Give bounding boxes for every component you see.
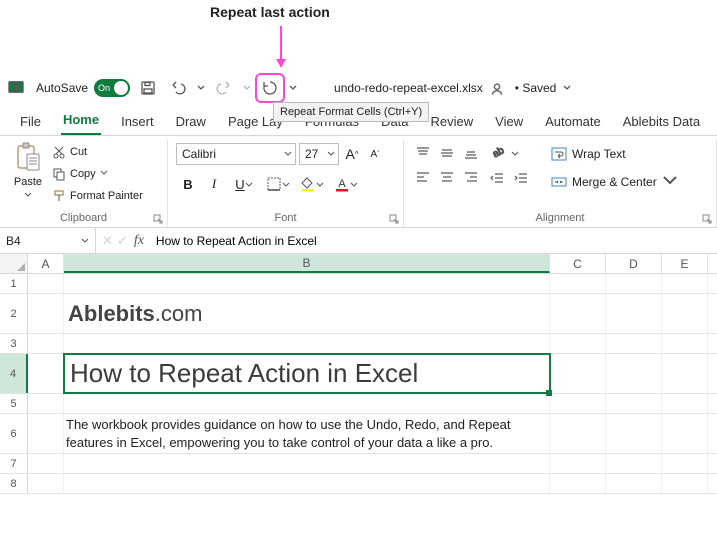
name-box[interactable]: B4 (0, 228, 96, 253)
tab-file[interactable]: File (18, 110, 43, 135)
orientation-button[interactable]: ab (486, 142, 508, 164)
fx-icon[interactable]: fx (134, 233, 150, 249)
format-painter-button[interactable]: Format Painter (52, 186, 143, 206)
row-7[interactable]: 7 (0, 454, 717, 474)
svg-text:A: A (338, 178, 346, 190)
row-2[interactable]: 2 Ablebits.com (0, 294, 717, 334)
enter-formula-icon[interactable]: ✓ (117, 233, 128, 249)
cancel-formula-icon[interactable]: ✕ (102, 233, 113, 249)
col-header-C[interactable]: C (550, 254, 606, 273)
group-font: Calibri 27 A^ Aˇ B I U A Font (168, 140, 404, 227)
cell-B5[interactable] (64, 394, 550, 413)
excel-logo-icon: X (8, 79, 26, 97)
saved-dropdown[interactable] (562, 76, 572, 100)
redo-dropdown[interactable] (242, 76, 252, 100)
cell-B6[interactable]: The workbook provides guidance on how to… (64, 414, 550, 453)
font-name-combo[interactable]: Calibri (176, 143, 296, 165)
col-header-E[interactable]: E (662, 254, 708, 273)
col-header-D[interactable]: D (606, 254, 662, 273)
row-5[interactable]: 5 (0, 394, 717, 414)
orientation-dropdown[interactable] (510, 142, 520, 166)
group-clipboard-label: Clipboard (8, 212, 159, 226)
row-6[interactable]: 6 The workbook provides guidance on how … (0, 414, 717, 454)
align-center-button[interactable] (436, 166, 458, 188)
column-headers[interactable]: A B C D E (0, 254, 717, 274)
increase-indent-button[interactable] (510, 168, 532, 190)
annotation-label: Repeat last action (210, 4, 330, 20)
paste-label: Paste (14, 176, 42, 188)
ribbon: Paste Cut Copy Format Painter Clipboard … (0, 136, 717, 228)
autosave-toggle[interactable]: On (94, 79, 130, 97)
tab-view[interactable]: View (493, 110, 525, 135)
paste-button[interactable]: Paste (8, 142, 48, 202)
repeat-icon[interactable] (258, 76, 282, 100)
align-left-button[interactable] (412, 166, 434, 188)
cell-B4[interactable]: How to Repeat Action in Excel (64, 354, 550, 393)
decrease-indent-button[interactable] (486, 168, 508, 190)
row-8[interactable]: 8 (0, 474, 717, 494)
wrap-text-button[interactable]: Wrap Text (551, 142, 678, 166)
bold-button[interactable]: B (176, 172, 200, 196)
annotation-arrow (280, 26, 282, 66)
increase-font-button[interactable]: A^ (342, 143, 362, 165)
save-icon[interactable] (136, 76, 160, 100)
saved-status: • Saved (515, 81, 557, 95)
align-middle-button[interactable] (436, 142, 458, 164)
copy-button[interactable]: Copy (52, 164, 143, 184)
group-font-label: Font (176, 212, 395, 226)
col-header-A[interactable]: A (28, 254, 64, 273)
group-alignment-label: Alignment (412, 212, 708, 226)
group-alignment: ab Wrap Text Merge & Center Alignment (404, 140, 717, 227)
undo-dropdown[interactable] (196, 76, 206, 100)
formula-bar-row: B4 ✕ ✓ fx (0, 228, 717, 254)
borders-button[interactable] (262, 172, 294, 196)
merge-center-button[interactable]: Merge & Center (551, 170, 678, 194)
undo-icon[interactable] (166, 76, 190, 100)
worksheet[interactable]: A B C D E 1 2 Ablebits.com 3 4 How to Re… (0, 254, 717, 494)
row-1[interactable]: 1 (0, 274, 717, 294)
author-icon[interactable] (489, 81, 503, 95)
cut-button[interactable]: Cut (52, 142, 143, 162)
row-4[interactable]: 4 How to Repeat Action in Excel (0, 354, 717, 394)
align-right-button[interactable] (460, 166, 482, 188)
decrease-font-button[interactable]: Aˇ (365, 143, 385, 165)
alignment-launcher-icon[interactable] (702, 213, 714, 225)
tab-automate[interactable]: Automate (543, 110, 603, 135)
repeat-tooltip: Repeat Format Cells (Ctrl+Y) (273, 102, 429, 122)
select-all-corner[interactable] (0, 254, 28, 273)
annotation-area: Repeat last action (0, 0, 717, 72)
chevron-down-icon (24, 190, 32, 202)
group-clipboard: Paste Cut Copy Format Painter Clipboard (0, 140, 168, 227)
autosave-label: AutoSave (36, 81, 88, 95)
tab-ablebits[interactable]: Ablebits Data (621, 110, 702, 135)
italic-button[interactable]: I (202, 172, 226, 196)
font-launcher-icon[interactable] (389, 213, 401, 225)
tab-home[interactable]: Home (61, 108, 101, 135)
redo-icon[interactable] (212, 76, 236, 100)
formula-input[interactable] (150, 234, 717, 248)
tab-insert[interactable]: Insert (119, 110, 156, 135)
ablebits-logo: Ablebits.com (68, 301, 202, 327)
col-header-B[interactable]: B (64, 254, 550, 273)
underline-button[interactable]: U (228, 172, 260, 196)
fill-color-button[interactable] (296, 172, 328, 196)
svg-text:X: X (13, 83, 19, 93)
tab-draw[interactable]: Draw (174, 110, 208, 135)
align-top-button[interactable] (412, 142, 434, 164)
qat-customize-dropdown[interactable] (288, 76, 298, 100)
font-color-button[interactable]: A (330, 172, 362, 196)
filename[interactable]: undo-redo-repeat-excel.xlsx (334, 81, 483, 95)
quick-access-toolbar: X AutoSave On undo-redo-repeat-excel.xls… (0, 72, 717, 104)
clipboard-launcher-icon[interactable] (153, 213, 165, 225)
tab-review[interactable]: Review (429, 110, 476, 135)
align-bottom-button[interactable] (460, 142, 482, 164)
svg-text:ab: ab (491, 145, 505, 160)
font-size-combo[interactable]: 27 (299, 143, 339, 165)
row-3[interactable]: 3 (0, 334, 717, 354)
